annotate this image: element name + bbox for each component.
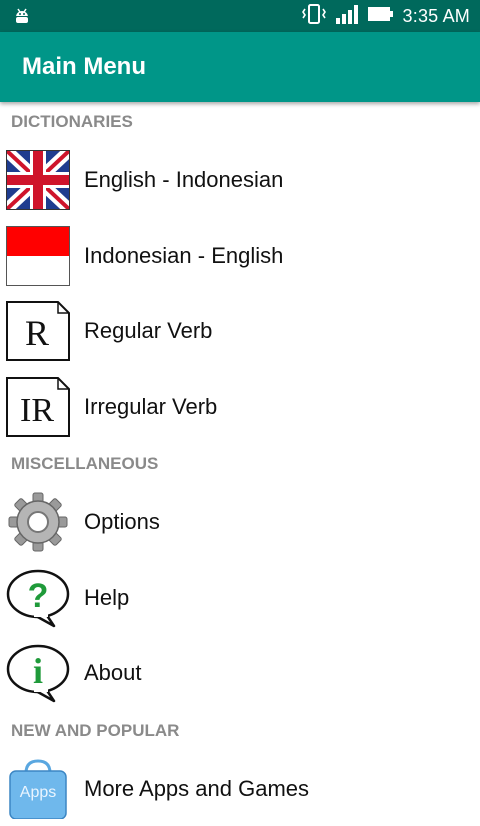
menu-item-label: Regular Verb (84, 293, 212, 369)
menu-item-label: More Apps and Games (84, 751, 309, 826)
menu-item-regular-verb[interactable]: R Regular Verb (0, 293, 480, 369)
indonesia-flag-icon (6, 226, 70, 286)
vibrate-icon (301, 3, 327, 30)
ir-document-icon: IR (6, 377, 70, 437)
menu-item-irregular-verb[interactable]: IR Irregular Verb (0, 369, 480, 445)
section-header-dictionaries: DICTIONARIES (0, 102, 480, 142)
menu-item-label: Indonesian - English (84, 218, 283, 294)
menu-item-label: About (84, 635, 142, 711)
clock: 3:35 AM (403, 6, 470, 27)
menu-item-label: Help (84, 560, 129, 636)
menu-item-about[interactable]: i About (0, 635, 480, 711)
app-store-bag-icon: Apps (6, 759, 70, 819)
menu-item-label: English - Indonesian (84, 142, 283, 218)
help-bubble-icon: ? (6, 568, 70, 628)
main-menu-list: DICTIONARIES English - Indonesian (0, 102, 480, 826)
android-debug-icon (12, 6, 32, 31)
menu-item-english-indonesian[interactable]: English - Indonesian (0, 142, 480, 218)
r-document-letter: R (25, 313, 49, 353)
battery-icon (367, 4, 395, 29)
section-header-miscellaneous: MISCELLANEOUS (0, 444, 480, 484)
info-bubble-icon: i (6, 643, 70, 703)
section-header-new-and-popular: NEW AND POPULAR (0, 711, 480, 751)
menu-item-indonesian-english[interactable]: Indonesian - English (0, 218, 480, 294)
menu-item-more-apps[interactable]: Apps More Apps and Games (0, 751, 480, 826)
status-bar: 3:35 AM (0, 0, 480, 32)
ir-document-letters: IR (20, 392, 54, 429)
gear-icon (6, 492, 70, 552)
menu-item-options[interactable]: Options (0, 484, 480, 560)
signal-icon (335, 3, 359, 30)
uk-flag-icon (6, 150, 70, 210)
info-letter: i (33, 651, 43, 691)
help-question-mark: ? (28, 577, 49, 615)
page-title: Main Menu (22, 53, 146, 81)
menu-item-help[interactable]: ? Help (0, 560, 480, 636)
r-document-icon: R (6, 301, 70, 361)
apps-text: Apps (20, 784, 56, 801)
app-bar: Main Menu (0, 32, 480, 102)
menu-item-label: Options (84, 484, 160, 560)
menu-item-label: Irregular Verb (84, 369, 217, 445)
